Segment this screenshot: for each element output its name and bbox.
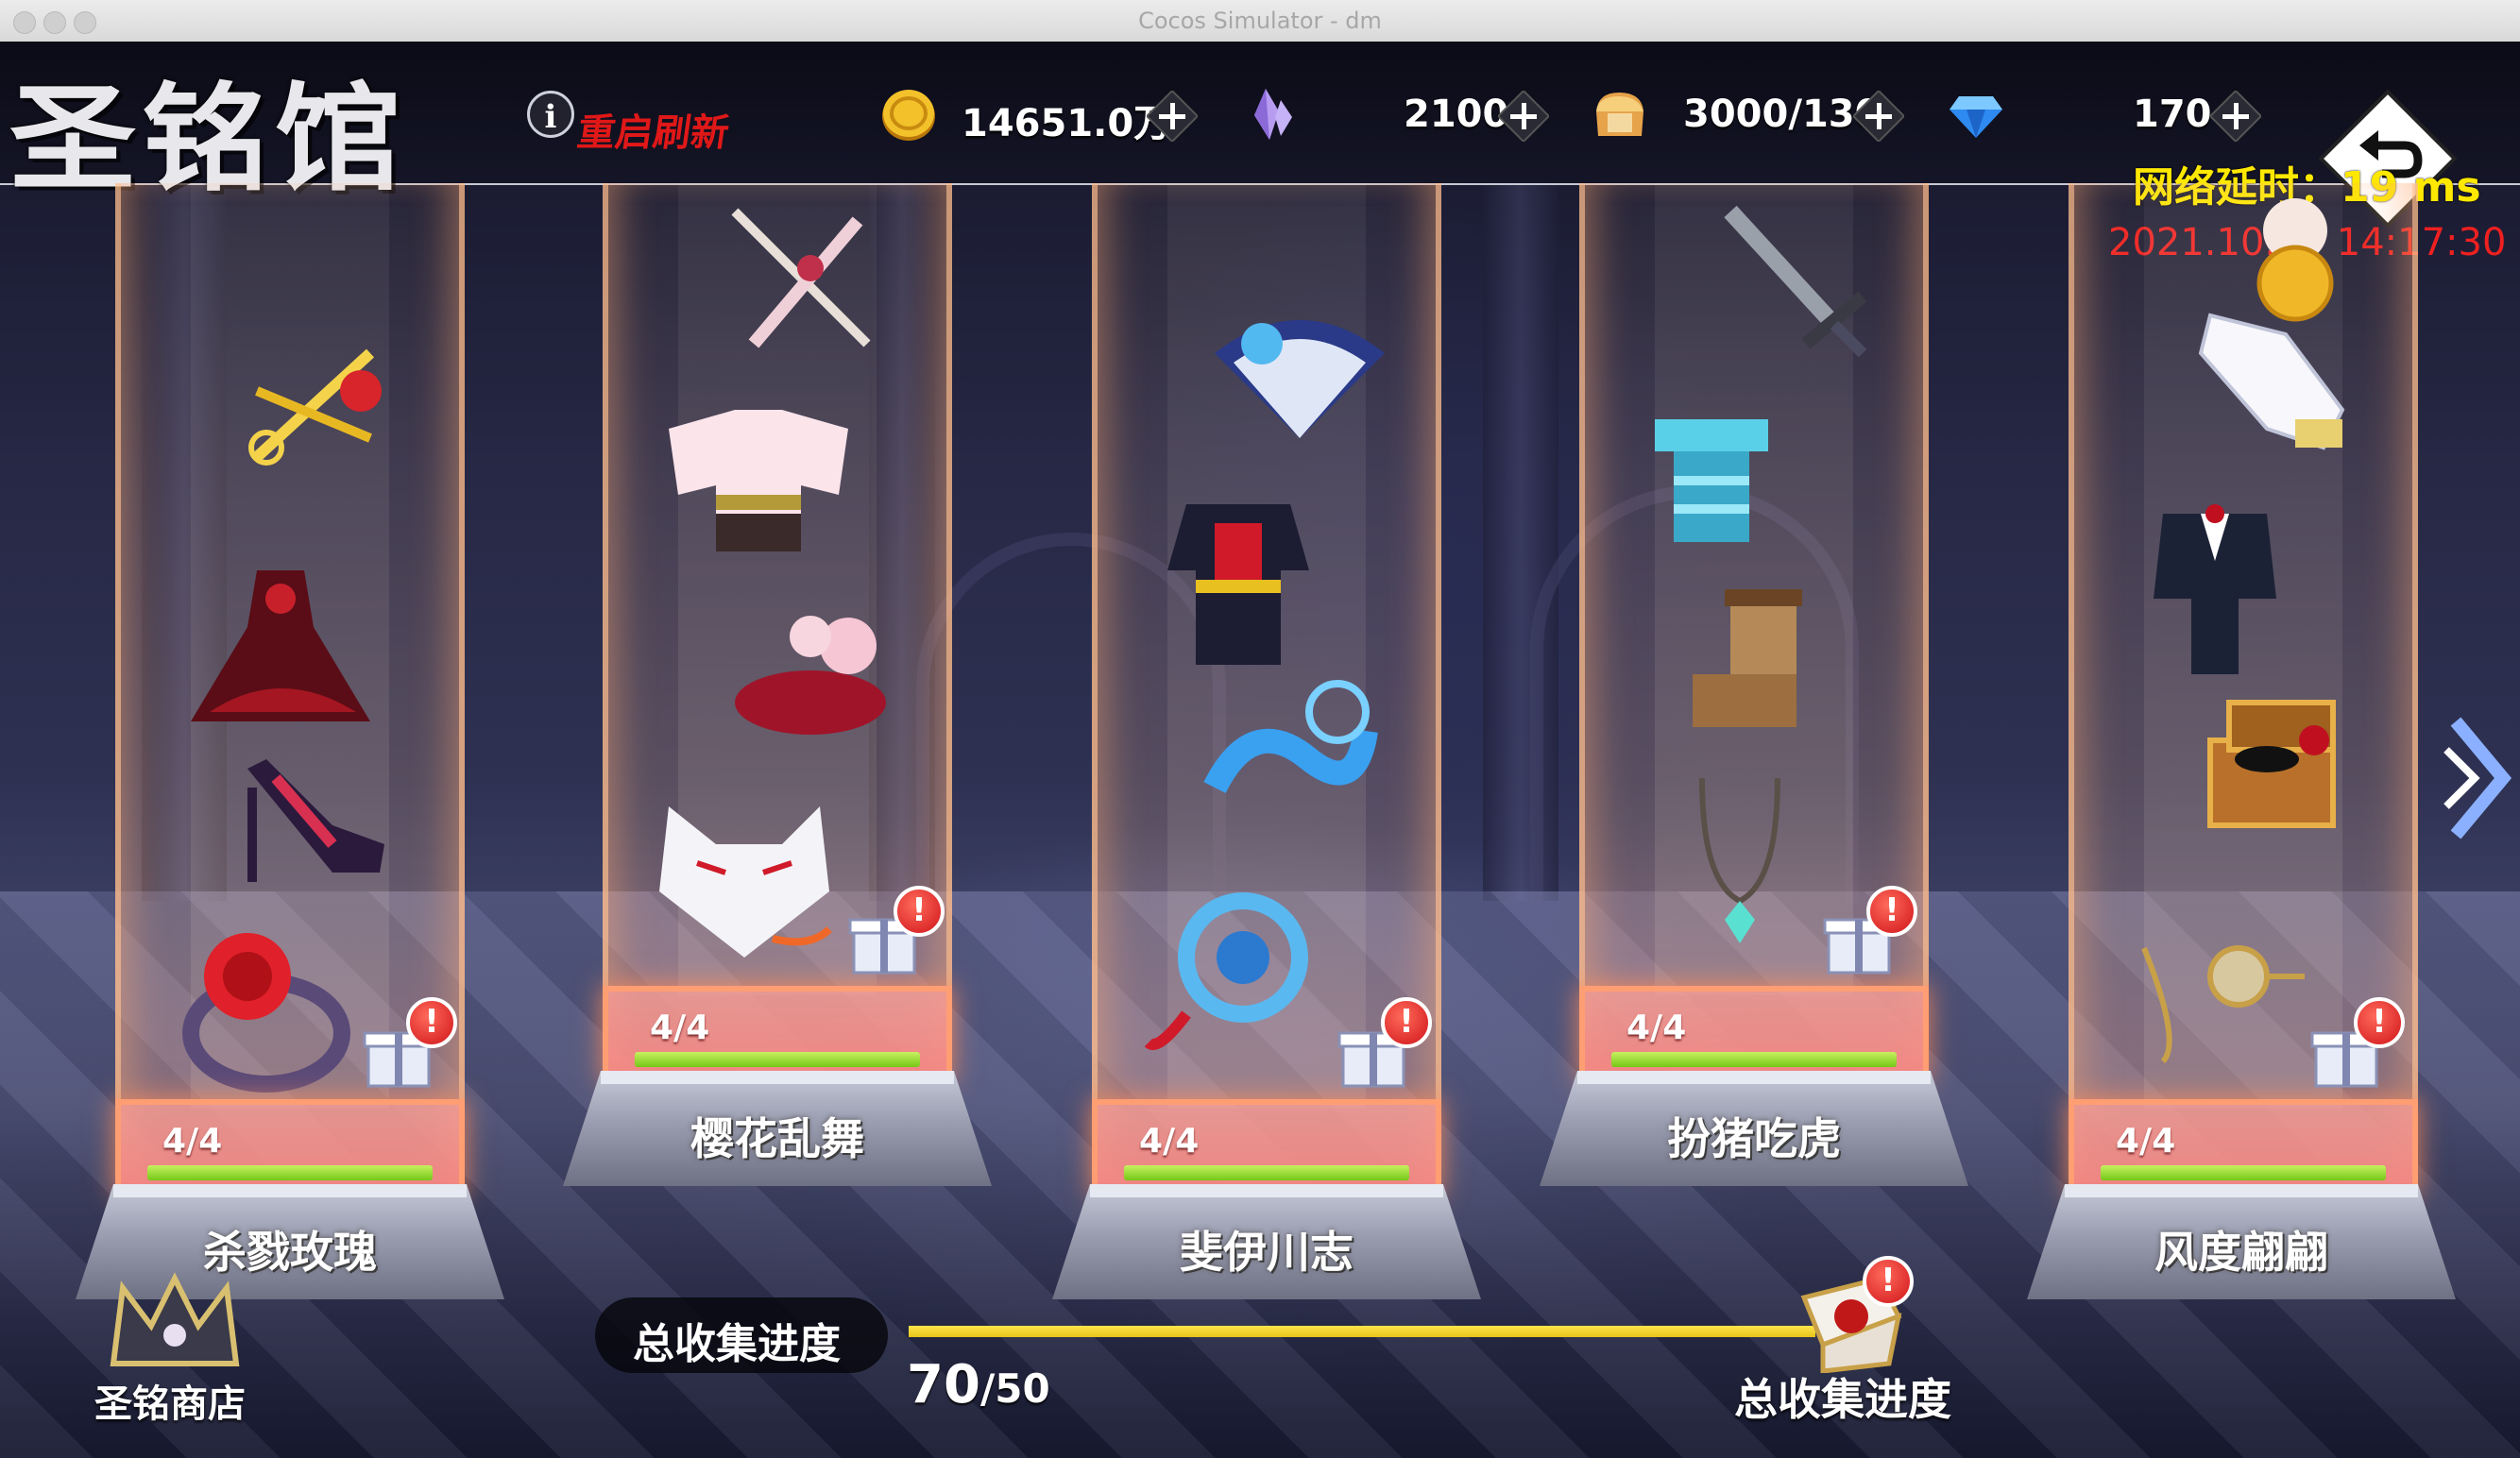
tuxedo-icon <box>2154 504 2276 674</box>
showcase-pedestal: 斐伊川志 <box>1052 1184 1481 1299</box>
showcase-4[interactable]: 4/4 ! <box>1579 183 1929 1090</box>
golden-scissors-icon <box>248 348 382 466</box>
katana-icon <box>731 208 871 348</box>
showcase-progress-text: 4/4 <box>162 1122 223 1161</box>
crown-shop-icon[interactable] <box>104 1269 246 1382</box>
rose-ring-icon <box>182 933 350 1093</box>
lucky-cat-icon[interactable] <box>2239 193 2352 325</box>
collection-progress-count: 70/50 <box>907 1354 1050 1416</box>
showcase-3[interactable]: 4/4 ! <box>1092 183 1441 1203</box>
collection-reward-label[interactable]: 总收集进度 <box>1734 1365 1951 1428</box>
add-stamina-button[interactable] <box>1853 91 1904 142</box>
resource-crystal: 2100 <box>1237 85 1558 144</box>
refresh-button[interactable]: 重启刷新 <box>574 102 733 157</box>
water-dragon-ornament-icon <box>1144 892 1308 1050</box>
collection-progress-bar <box>909 1326 1815 1337</box>
fox-mask-icon <box>659 806 832 958</box>
pocket-watch-chain-icon <box>2141 945 2305 1064</box>
showcase-progress-text: 4/4 <box>1139 1122 1200 1161</box>
gold-value: 14651.0万 <box>962 102 1172 145</box>
bread-stamina-icon <box>1596 93 1643 136</box>
showcase-progress-bar <box>2101 1165 2386 1180</box>
gem-necklace-icon <box>1699 777 1780 943</box>
info-icon[interactable]: i <box>527 91 574 138</box>
showcase-pedestal: 扮猪吃虎 <box>1540 1071 1968 1186</box>
treasure-shoebox-icon <box>2207 700 2336 828</box>
pixel-armor-icon <box>1655 419 1768 542</box>
sakura-kimono-icon <box>669 410 848 551</box>
showcase-progress-text: 4/4 <box>2116 1122 2176 1161</box>
crystal-icon <box>1254 89 1292 140</box>
showcase-title: 风度翩翩 <box>2154 1227 2328 1278</box>
showcase-title: 斐伊川志 <box>1180 1227 1354 1278</box>
showcase-progress-bar <box>147 1165 433 1180</box>
alert-badge: ! <box>2354 997 2405 1048</box>
high-heels-icon <box>247 759 384 882</box>
wave-sash-icon <box>1203 680 1378 794</box>
stamina-value: 3000/130 <box>1683 93 1881 136</box>
showcase-2[interactable]: 4/4 ! <box>603 183 952 1090</box>
diamond-value: 170 <box>2133 93 2212 136</box>
showcase-progress-text: 4/4 <box>650 1009 710 1047</box>
resource-stamina: 3000/130 <box>1589 85 1910 144</box>
showcase-progress-text: 4/4 <box>1626 1009 1687 1047</box>
window-titlebar: Cocos Simulator - dm <box>0 0 2520 42</box>
showcase-pedestal: 樱花乱舞 <box>563 1071 992 1186</box>
game-stage: 圣铭馆 i 重启刷新 14651.0万 2100 3000/130 170 ms… <box>0 42 2520 1458</box>
folding-fan-icon <box>1215 320 1385 438</box>
showcase-1[interactable]: 4/4 ! <box>115 183 465 1203</box>
pixel-boot-icon <box>1693 589 1802 727</box>
sakura-shoes-icon <box>735 616 886 735</box>
showcase-progress-bar <box>1124 1165 1409 1180</box>
add-diamond-button[interactable] <box>2210 91 2261 142</box>
showcase-progress-bar <box>1611 1052 1897 1067</box>
add-crystal-button[interactable] <box>1498 91 1549 142</box>
crystal-value: 2100 <box>1404 93 1509 136</box>
next-page-arrow-icon[interactable] <box>2437 703 2520 854</box>
alert-badge: ! <box>406 997 457 1048</box>
showcase-5[interactable]: 4/4 ! <box>2069 183 2418 1203</box>
showcase-title: 樱花乱舞 <box>690 1113 864 1164</box>
window-title: Cocos Simulator - dm <box>1138 8 1382 34</box>
alert-badge: ! <box>1381 997 1432 1048</box>
showcase-progress-bar <box>635 1052 920 1067</box>
showcase-title: 扮猪吃虎 <box>1667 1113 1841 1164</box>
game-window: Cocos Simulator - dm 圣铭馆 i 重启刷新 14651.0万 <box>0 0 2520 1458</box>
resource-diamond: 170 <box>1946 85 2267 144</box>
dark-kimono-icon <box>1167 504 1309 665</box>
pixel-sword-icon <box>1724 205 1867 358</box>
shop-label[interactable]: 圣铭商店 <box>94 1373 246 1428</box>
alert-badge: ! <box>1866 886 1917 937</box>
resource-gold: 14651.0万 <box>878 85 1200 145</box>
add-gold-button[interactable] <box>1147 91 1198 142</box>
gold-coin-icon <box>882 90 935 141</box>
showcase-pedestal: 风度翩翩 <box>2027 1184 2456 1299</box>
alert-badge: ! <box>894 886 945 937</box>
diamond-icon <box>1950 96 2002 138</box>
collection-progress-label: 总收集进度 <box>633 1320 841 1368</box>
rose-dress-icon <box>191 570 370 721</box>
alert-badge: ! <box>1863 1256 1914 1307</box>
